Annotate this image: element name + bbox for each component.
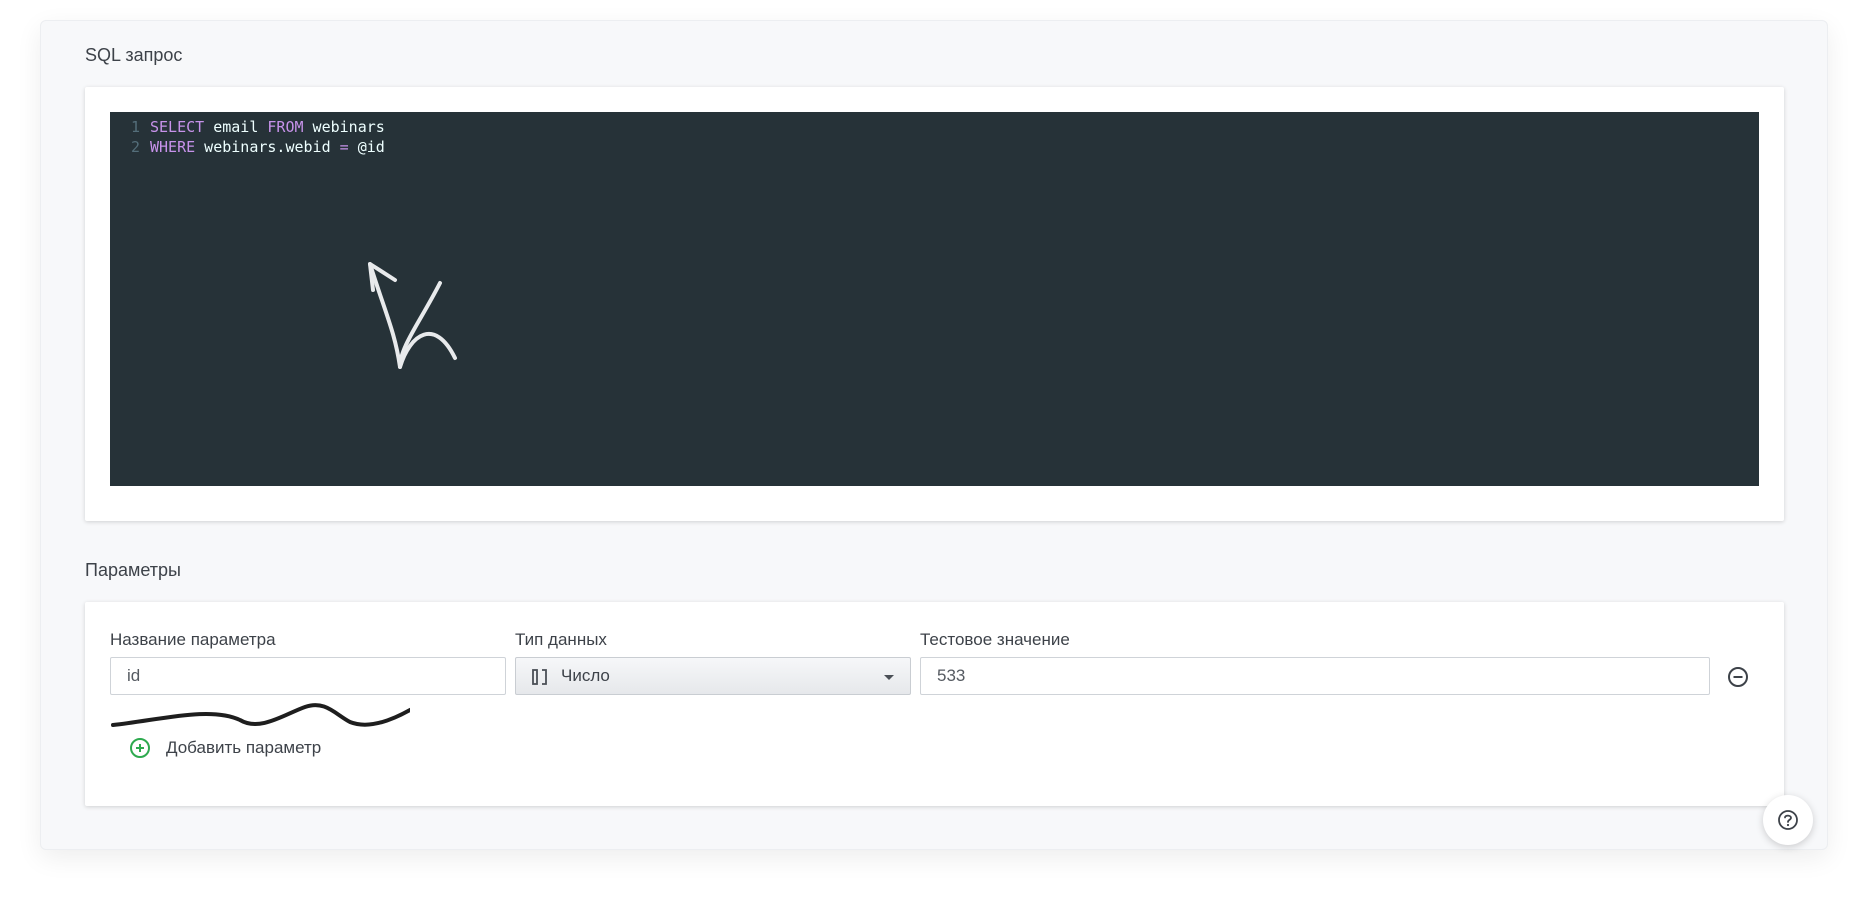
data-type-label: Тип данных: [515, 630, 607, 649]
chevron-down-icon: [884, 675, 894, 680]
help-button[interactable]: [1763, 795, 1813, 845]
test-value-input[interactable]: 533: [920, 657, 1710, 695]
hand-drawn-arrow-annotation: [368, 262, 457, 369]
data-type-value: Число: [561, 666, 610, 685]
question-circle-icon: [1778, 810, 1798, 830]
number-type-icon: [532, 669, 547, 685]
test-value-label: Тестовое значение: [920, 630, 1070, 649]
sql-section-title: SQL запрос: [85, 45, 183, 65]
sql-panel: 1 SELECT email FROM webinars 2 WHERE webin…: [85, 87, 1784, 521]
params-section-title: Параметры: [85, 560, 181, 580]
param-name-label: Название параметра: [110, 630, 276, 649]
data-type-select[interactable]: Число: [515, 657, 911, 695]
add-param-label: Добавить параметр: [166, 738, 322, 757]
params-panel: Название параметра Тип данных Тестовое з…: [85, 602, 1784, 806]
plus-circle-icon: [130, 738, 150, 758]
minus-circle-icon[interactable]: [1727, 666, 1749, 688]
param-name-input[interactable]: id: [110, 657, 506, 695]
sql-editor[interactable]: 1 SELECT email FROM webinars 2 WHERE webin…: [110, 112, 1759, 486]
hand-drawn-underline-annotation: [111, 703, 410, 727]
